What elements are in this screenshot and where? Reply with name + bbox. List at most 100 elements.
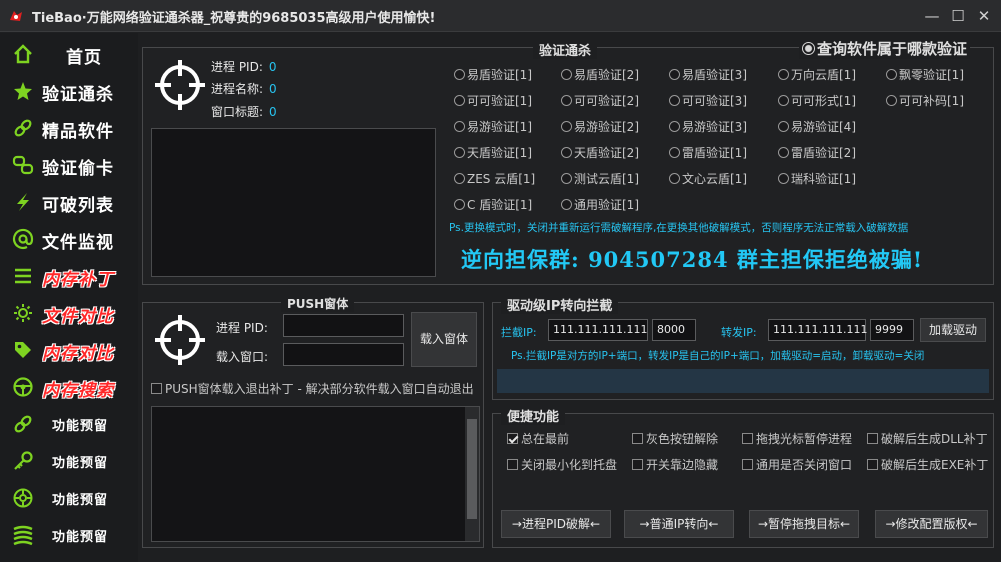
sidebar-item-file-monitor[interactable]: 文件监视 [0, 220, 138, 257]
minimize-to-tray-checkbox[interactable]: 关闭最小化到托盘 [507, 456, 617, 473]
drag-pause-process-checkbox[interactable]: 拖拽光标暂停进程 [742, 430, 852, 447]
radio-option[interactable]: 雷盾验证[2] [778, 144, 856, 161]
checkbox-label: 通用是否关闭窗口 [756, 458, 853, 472]
radio-option[interactable]: 可可补码[1] [886, 92, 964, 109]
always-on-top-checkbox[interactable]: 总在最前 [507, 430, 569, 447]
push-panel-title: PUSH窗体 [281, 295, 355, 312]
checkbox-indicator [742, 433, 753, 444]
push-pid-input[interactable] [283, 314, 404, 337]
sidebar-item-crack-list[interactable]: 可破列表 [0, 183, 138, 220]
process-name-label: 进程名称: [211, 82, 264, 96]
load-driver-button[interactable]: 加载驱动 [920, 318, 986, 342]
crosshair-drag-icon[interactable] [155, 60, 205, 110]
minimize-button[interactable]: — [918, 4, 946, 28]
sidebar-item-home[interactable]: 首页 [0, 35, 138, 72]
sidebar-item-verify[interactable]: 验证通杀 [0, 72, 138, 109]
radio-label: 万向云盾[1] [791, 68, 856, 82]
radio-option[interactable]: 可可形式[1] [778, 92, 856, 109]
sidebar-item-software[interactable]: 精品软件 [0, 109, 138, 146]
maximize-button[interactable]: ☐ [944, 4, 972, 28]
ip-redirect-button[interactable]: →普通IP转向← [624, 510, 734, 538]
radio-label: 可可验证[2] [574, 94, 639, 108]
ip-panel-title: 驱动级IP转向拦截 [501, 295, 619, 314]
checkbox-indicator [632, 433, 643, 444]
radio-label: 飘零验证[1] [899, 68, 964, 82]
verify-panel: 验证通杀 进程 PID: 0 进程名称: 0 窗口标题: 0 查询软件属于哪款验证 易… [142, 38, 994, 285]
gray-button-unlock-checkbox[interactable]: 灰色按钮解除 [632, 430, 718, 447]
radio-option[interactable]: 可可验证[3] [669, 92, 747, 109]
radio-label: 易盾验证[2] [574, 68, 639, 82]
edge-hide-checkbox[interactable]: 开关靠边隐藏 [632, 456, 718, 473]
sidebar-item-memory-search[interactable]: 内存搜索 [0, 368, 138, 405]
radio-option[interactable]: 飘零验证[1] [886, 66, 964, 83]
pid-crack-button[interactable]: →进程PID破解← [501, 510, 611, 538]
radio-option[interactable]: 可可验证[2] [561, 92, 639, 109]
radio-option[interactable]: 易盾验证[1] [454, 66, 532, 83]
sidebar-item-label: 验证通杀 [42, 85, 114, 105]
sidebar-item-reserved-3[interactable]: 功能预留 [0, 479, 138, 516]
minimize-icon: — [924, 7, 940, 25]
sidebar-item-reserved-4[interactable]: 功能预留 [0, 516, 138, 553]
window-title: TieBao·万能网络验证通杀器_祝尊贵的9685035高级用户使用愉快! [32, 11, 436, 26]
scrollbar[interactable] [465, 407, 479, 541]
checkbox-indicator [742, 459, 753, 470]
sidebar-item-reserved-2[interactable]: 功能预留 [0, 442, 138, 479]
radio-label: 可可验证[3] [682, 94, 747, 108]
crosshair-drag-icon[interactable] [155, 315, 205, 365]
close-window-checkbox[interactable]: 通用是否关闭窗口 [742, 456, 852, 473]
sidebar-item-file-compare[interactable]: 文件对比 [0, 294, 138, 331]
forward-ip-input[interactable]: 111.111.111.111 [768, 319, 867, 341]
radio-label: 易游验证[4] [791, 120, 856, 134]
gen-dll-patch-checkbox[interactable]: 破解后生成DLL补丁 [867, 430, 988, 447]
process-pid-value: 0 [268, 60, 277, 74]
radio-option[interactable]: 易游验证[3] [669, 118, 747, 135]
sidebar: 首页 验证通杀 精品软件 验证偷卡 可破列表 文件监视 内存补丁 文件对比 内存… [0, 33, 138, 562]
radio-option[interactable]: 瑞科验证[1] [778, 170, 856, 187]
radio-option[interactable]: 文心云盾[1] [669, 170, 747, 187]
intercept-port-input[interactable]: 8000 [652, 319, 696, 341]
radio-option[interactable]: ZES 云盾[1] [454, 170, 535, 187]
sidebar-item-label: 功能预留 [52, 493, 109, 508]
verify-note: Ps.更换模式时，关闭并重新运行需破解程序,在更换其他破解模式，否则程序无法正常… [449, 222, 909, 234]
scroll-thumb[interactable] [467, 419, 477, 519]
radio-option[interactable]: 天盾验证[1] [454, 144, 532, 161]
radio-option[interactable]: 易盾验证[3] [669, 66, 747, 83]
checkbox-indicator [151, 383, 162, 394]
sidebar-item-memory-patch[interactable]: 内存补丁 [0, 257, 138, 294]
intercept-ip-input[interactable]: 111.111.111.111 [548, 319, 648, 341]
radio-option[interactable]: 测试云盾[1] [561, 170, 639, 187]
radio-option[interactable]: 万向云盾[1] [778, 66, 856, 83]
title-bar: TieBao·万能网络验证通杀器_祝尊贵的9685035高级用户使用愉快! — … [0, 0, 1001, 32]
radio-label: 通用验证[1] [574, 198, 639, 212]
query-software-radio[interactable]: 查询软件属于哪款验证 [799, 38, 971, 59]
window-title-row: 窗口标题: 0 [211, 103, 277, 120]
pause-drag-target-button[interactable]: →暂停拖拽目标← [749, 510, 859, 538]
radio-option[interactable]: 易游验证[1] [454, 118, 532, 135]
window-title-value: 0 [269, 105, 277, 119]
radio-label: 易盾验证[1] [467, 68, 532, 82]
sidebar-item-memory-compare[interactable]: 内存对比 [0, 331, 138, 368]
radio-option[interactable]: 易游验证[2] [561, 118, 639, 135]
forward-port-input[interactable]: 9999 [870, 319, 914, 341]
process-pid-row: 进程 PID: 0 [211, 58, 277, 75]
sidebar-item-reserved-1[interactable]: 功能预留 [0, 405, 138, 442]
checkbox-indicator [867, 459, 878, 470]
radio-option[interactable]: 易游验证[4] [778, 118, 856, 135]
radio-option[interactable]: 通用验证[1] [561, 196, 639, 213]
gen-exe-patch-checkbox[interactable]: 破解后生成EXE补丁 [867, 456, 988, 473]
load-window-button[interactable]: 载入窗体 [411, 312, 477, 367]
process-output-box[interactable] [151, 128, 436, 277]
radio-option[interactable]: C 盾验证[1] [454, 196, 532, 213]
sidebar-item-steal-card[interactable]: 验证偷卡 [0, 146, 138, 183]
push-output-box[interactable] [151, 406, 480, 542]
push-patch-checkbox[interactable]: PUSH窗体载入退出补丁 - 解决部分软件载入窗口自动退出 [151, 380, 474, 397]
close-button[interactable]: ✕ [970, 4, 998, 28]
radio-option[interactable]: 可可验证[1] [454, 92, 532, 109]
edit-config-copyright-button[interactable]: →修改配置版权← [875, 510, 988, 538]
sidebar-item-label: 功能预留 [52, 419, 109, 434]
checkbox-label: 拖拽光标暂停进程 [756, 432, 853, 446]
radio-option[interactable]: 易盾验证[2] [561, 66, 639, 83]
radio-option[interactable]: 天盾验证[2] [561, 144, 639, 161]
push-window-input[interactable] [283, 343, 404, 366]
radio-option[interactable]: 雷盾验证[1] [669, 144, 747, 161]
